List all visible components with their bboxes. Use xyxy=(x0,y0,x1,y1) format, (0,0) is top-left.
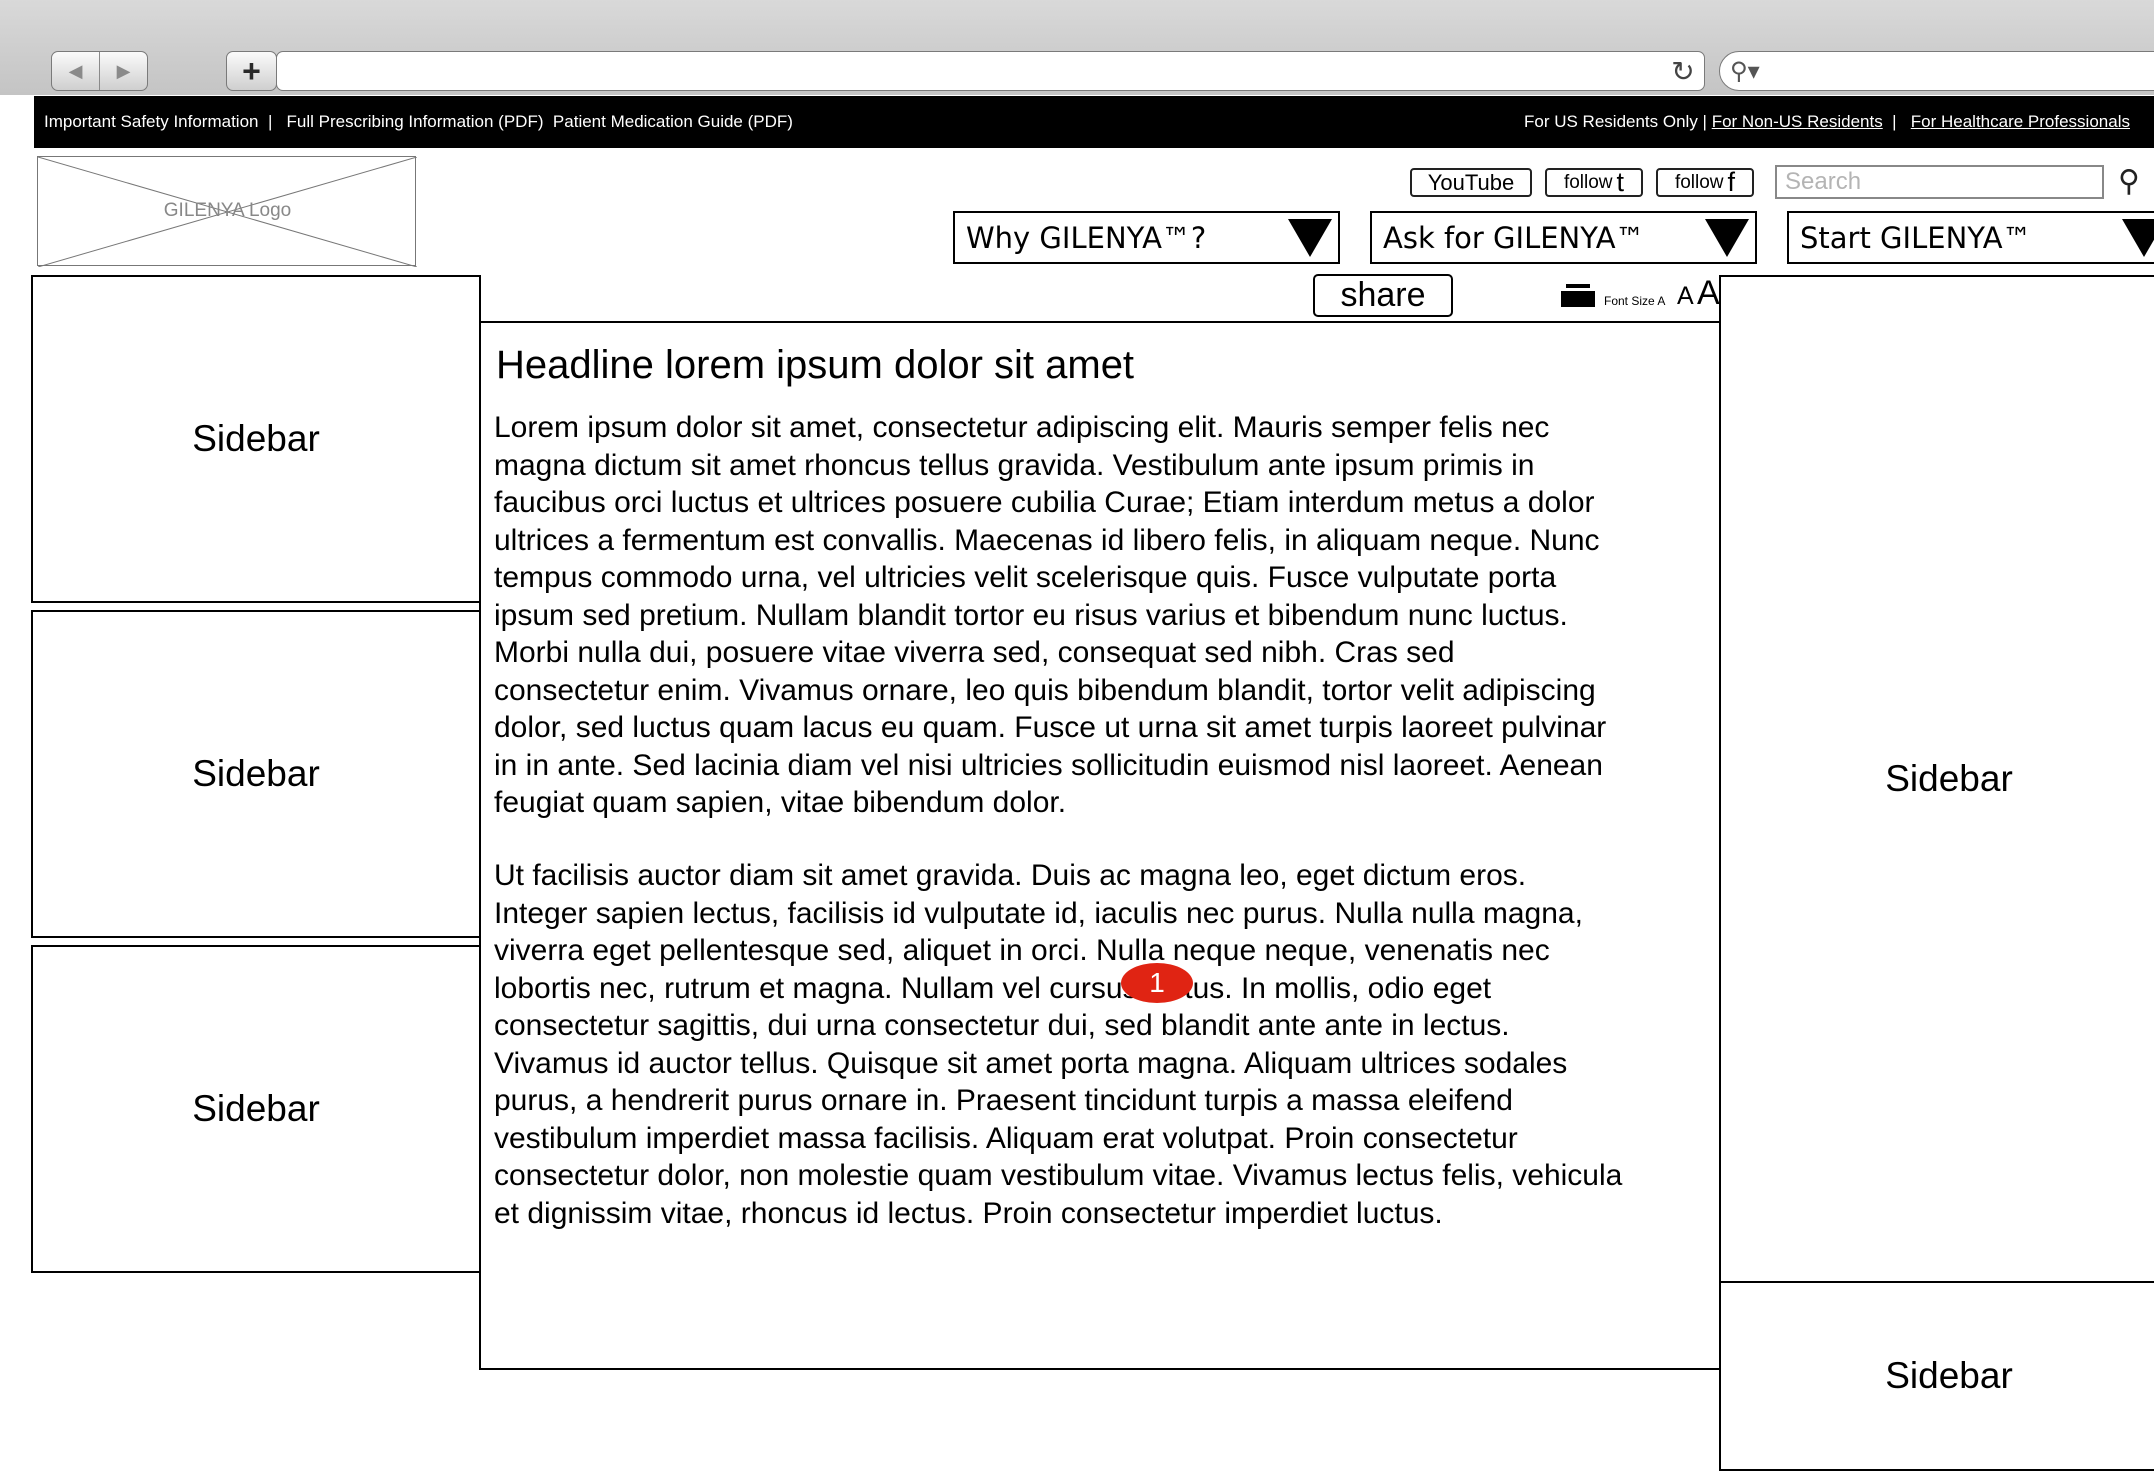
nav-label: Start GILENYA™ xyxy=(1800,220,2032,255)
site-search-input[interactable]: Search xyxy=(1775,165,2104,199)
sidebar-label: Sidebar xyxy=(1885,758,2013,799)
left-sidebar-1: Sidebar xyxy=(31,275,481,603)
sidebar-label: Sidebar xyxy=(192,1088,320,1129)
font-size-small[interactable]: Font Size A xyxy=(1604,294,1665,308)
annotation-marker: 1 xyxy=(1121,963,1193,1003)
nav-ask-for-gilenya[interactable]: Ask for GILENYA™ xyxy=(1370,211,1757,264)
left-sidebar-2: Sidebar xyxy=(31,610,481,938)
follow-label: follow xyxy=(1563,171,1613,193)
address-bar[interactable] xyxy=(276,51,1705,91)
utility-links[interactable]: Important Safety Information | Full Pres… xyxy=(44,96,793,148)
youtube-button[interactable]: YouTube xyxy=(1410,168,1532,197)
right-sidebar-1: Sidebar xyxy=(1719,275,2154,1283)
headline: Headline lorem ipsum dolor sit amet xyxy=(496,343,1135,387)
utility-separator: | xyxy=(1882,112,1911,131)
logo-label: GILENYA Logo xyxy=(163,200,292,221)
nav-label: Why GILENYA™? xyxy=(966,220,1207,255)
body-paragraph-2: Ut facilisis auctor diam sit amet gravid… xyxy=(494,859,1623,1230)
utility-bar: Important Safety Information | Full Pres… xyxy=(34,96,2154,148)
facebook-icon: f xyxy=(1727,167,1736,197)
follow-label: follow xyxy=(1674,171,1724,193)
site-logo[interactable]: GILENYA Logo xyxy=(37,156,417,267)
sidebar-label: Sidebar xyxy=(1885,1355,2013,1396)
residency-links: For US Residents Only | For Non-US Resid… xyxy=(1524,96,2130,148)
nav-label: Ask for GILENYA™ xyxy=(1383,220,1645,255)
healthcare-professionals-link[interactable]: For Healthcare Professionals xyxy=(1911,112,2130,132)
back-arrow-icon[interactable]: ◀ xyxy=(52,52,99,90)
back-forward-buttons[interactable]: ◀ ▶ xyxy=(51,51,148,91)
right-sidebar-2: Sidebar xyxy=(1719,1281,2154,1471)
share-button[interactable]: share xyxy=(1313,274,1453,317)
nav-start-gilenya[interactable]: Start GILENYA™ xyxy=(1787,211,2154,264)
reload-icon[interactable]: ↻ xyxy=(1665,54,1701,88)
left-sidebar-3: Sidebar xyxy=(31,945,481,1273)
body-paragraph-1: Lorem ipsum dolor sit amet, consectetur … xyxy=(494,411,1607,819)
youtube-label: YouTube xyxy=(1427,169,1515,195)
nav-why-gilenya[interactable]: Why GILENYA™? xyxy=(953,211,1340,264)
us-residents-label: For US Residents Only | xyxy=(1524,112,1712,131)
non-us-residents-link[interactable]: For Non-US Residents xyxy=(1712,112,1883,132)
add-tab-button[interactable]: + xyxy=(226,51,277,91)
main-content: Headline lorem ipsum dolor sit amet Lore… xyxy=(479,321,1721,1370)
twitter-icon: t xyxy=(1616,167,1625,197)
browser-search-field[interactable] xyxy=(1719,51,2154,91)
sidebar-label: Sidebar xyxy=(192,418,320,459)
font-size-medium[interactable]: A xyxy=(1677,282,1694,311)
font-size-large[interactable]: A xyxy=(1697,274,1720,313)
forward-arrow-icon[interactable]: ▶ xyxy=(99,52,147,90)
chevron-down-icon xyxy=(1288,219,1332,257)
chevron-down-icon xyxy=(2122,219,2154,257)
print-icon[interactable] xyxy=(1561,284,1595,311)
magnifier-icon[interactable]: ⚲▾ xyxy=(1730,55,1766,87)
follow-facebook-button[interactable]: follow f xyxy=(1656,167,1754,197)
sidebar-label: Sidebar xyxy=(192,753,320,794)
search-icon[interactable]: ⚲ xyxy=(2118,164,2154,200)
follow-twitter-button[interactable]: follow t xyxy=(1545,167,1643,197)
chevron-down-icon xyxy=(1705,219,1749,257)
